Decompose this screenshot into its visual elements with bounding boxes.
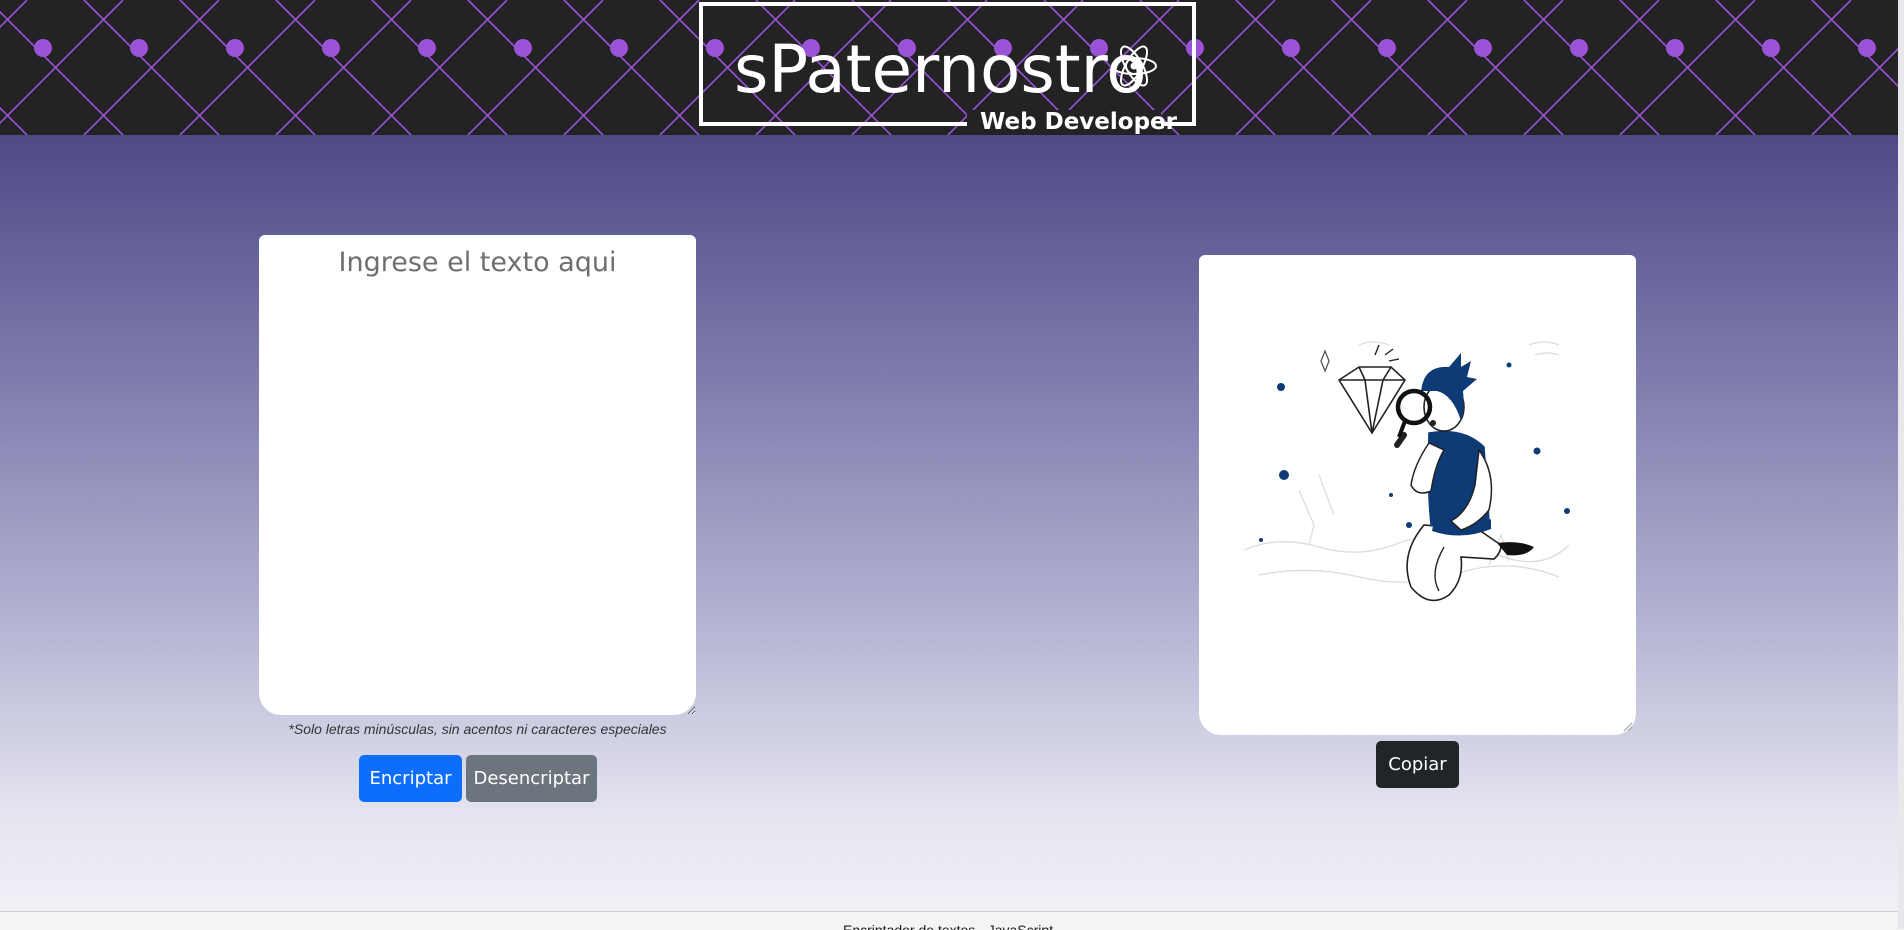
encrypt-button[interactable]: Encriptar bbox=[359, 755, 462, 802]
person-with-magnifying-glass-illustration bbox=[1243, 341, 1570, 602]
copy-button[interactable]: Copiar bbox=[1376, 741, 1459, 788]
atom-icon bbox=[1111, 45, 1157, 87]
page-scrollbar[interactable] bbox=[1898, 0, 1904, 929]
decrypt-button[interactable]: Desencriptar bbox=[466, 755, 597, 802]
brand-subtitle: Web Developer bbox=[980, 109, 1177, 135]
input-hint: *Solo letras minúsculas, sin acentos ni … bbox=[288, 721, 667, 737]
resize-grip-icon[interactable] bbox=[1622, 721, 1632, 731]
text-input[interactable] bbox=[259, 235, 696, 715]
site-footer: Encriptador de textos · JavaScript bbox=[0, 911, 1904, 930]
site-header: sPaternostro Web Developer bbox=[0, 0, 1904, 135]
brand-name: sPaternostro bbox=[734, 31, 1147, 108]
output-panel[interactable] bbox=[1199, 255, 1636, 735]
